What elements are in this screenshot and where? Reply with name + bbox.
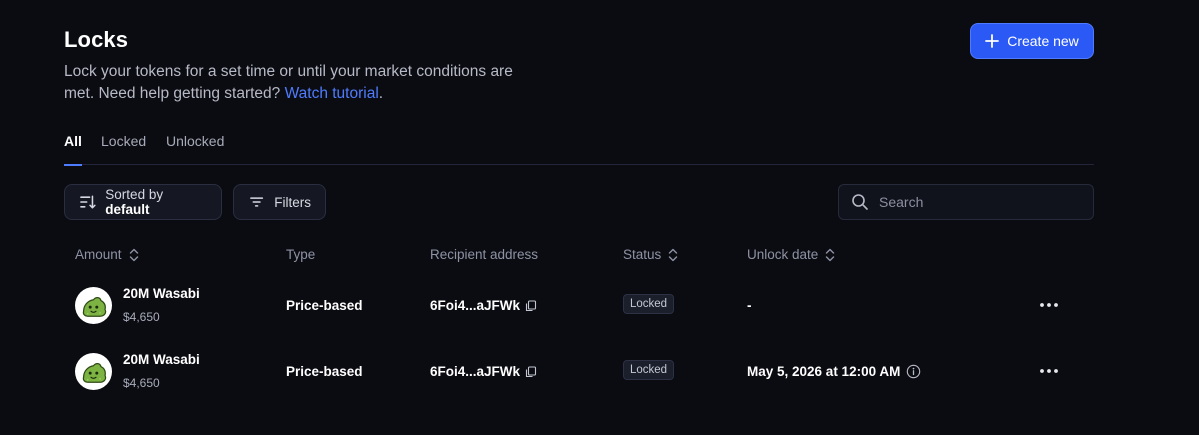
recipient-address: 6Foi4...aJFWk xyxy=(430,298,537,313)
sort-value: default xyxy=(105,202,150,217)
page-title: Locks xyxy=(64,27,129,52)
page-subtitle: Lock your tokens for a set time or until… xyxy=(64,61,524,105)
unlock-date: - xyxy=(747,298,752,313)
column-amount[interactable]: Amount xyxy=(75,247,139,262)
filters-button[interactable]: Filters xyxy=(233,184,326,220)
column-type: Type xyxy=(286,247,316,262)
token-value: $4,650 xyxy=(123,376,160,390)
token-amount: 20M Wasabi xyxy=(123,286,200,301)
table-row[interactable]: 20M Wasabi $4,650 Price-based 6Foi4...aJ… xyxy=(64,344,1094,404)
tab-locked[interactable]: Locked xyxy=(101,133,146,165)
more-options-icon[interactable] xyxy=(1039,300,1059,310)
column-unlock-date[interactable]: Unlock date xyxy=(747,247,835,262)
copy-icon[interactable] xyxy=(525,299,537,312)
search-box[interactable] xyxy=(838,184,1094,220)
token-avatar xyxy=(75,287,112,324)
info-icon[interactable] xyxy=(906,364,921,379)
watch-tutorial-link[interactable]: Watch tutorial xyxy=(285,85,379,102)
lock-type: Price-based xyxy=(286,364,363,379)
tabs: All Locked Unlocked xyxy=(64,133,1094,166)
column-recipient-address: Recipient address xyxy=(430,247,539,262)
address-text: 6Foi4...aJFWk xyxy=(430,298,521,313)
address-text: 6Foi4...aJFWk xyxy=(430,364,521,379)
locks-page: Locks Lock your tokens for a set time or… xyxy=(0,0,1199,435)
create-new-label: Create new xyxy=(1007,33,1079,49)
lock-type: Price-based xyxy=(286,298,363,313)
sort-arrows-icon xyxy=(129,248,138,261)
plus-icon xyxy=(985,34,1000,48)
search-icon xyxy=(852,194,868,210)
sort-prefix: Sorted by xyxy=(105,187,164,202)
sort-arrows-icon xyxy=(826,248,835,261)
copy-icon[interactable] xyxy=(525,365,537,378)
status-badge: Locked xyxy=(623,360,675,380)
column-amount-label: Amount xyxy=(75,247,122,262)
filters-label: Filters xyxy=(274,194,311,210)
token-value: $4,650 xyxy=(123,310,160,324)
search-input[interactable] xyxy=(879,194,1079,210)
sort-arrows-icon xyxy=(669,248,678,261)
table-row[interactable]: 20M Wasabi $4,650 Price-based 6Foi4...aJ… xyxy=(64,278,1094,338)
wasabi-token-icon xyxy=(82,363,107,383)
column-status-label: Status xyxy=(623,247,662,262)
tab-all[interactable]: All xyxy=(64,133,82,166)
filter-icon xyxy=(250,197,264,207)
sort-button[interactable]: Sorted by default xyxy=(64,184,222,220)
token-avatar xyxy=(75,353,112,390)
unlock-date-text: May 5, 2026 at 12:00 AM xyxy=(747,364,901,379)
subtitle-period: . xyxy=(378,85,384,102)
column-status[interactable]: Status xyxy=(623,247,678,262)
wasabi-token-icon xyxy=(82,297,107,317)
unlock-date: May 5, 2026 at 12:00 AM xyxy=(747,364,921,379)
token-amount: 20M Wasabi xyxy=(123,352,200,367)
recipient-address: 6Foi4...aJFWk xyxy=(430,364,537,379)
status-badge: Locked xyxy=(623,294,675,314)
sort-label: Sorted by default xyxy=(105,187,207,217)
create-new-button[interactable]: Create new xyxy=(970,23,1094,59)
tab-unlocked[interactable]: Unlocked xyxy=(166,133,224,165)
sort-icon xyxy=(80,195,96,209)
column-unlock-date-label: Unlock date xyxy=(747,247,819,262)
more-options-icon[interactable] xyxy=(1039,366,1059,376)
